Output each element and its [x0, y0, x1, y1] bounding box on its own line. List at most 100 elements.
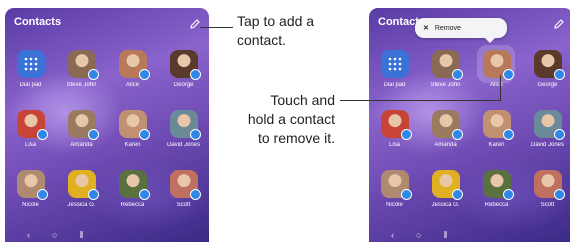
contact-avatar — [533, 50, 565, 80]
contact-avatar — [482, 170, 514, 200]
call-badge-icon — [138, 69, 150, 80]
back-icon[interactable]: ‹ — [391, 230, 394, 240]
navigation-bar: ‹ ○ ⦀ — [5, 228, 209, 242]
callout-text: contact. — [237, 32, 287, 48]
contact-avatar — [67, 110, 99, 140]
home-icon[interactable]: ○ — [52, 230, 57, 240]
contact-avatar — [169, 110, 201, 140]
contact-shortcut[interactable]: Lisa — [5, 110, 56, 148]
dialpad-icon — [380, 50, 409, 78]
contact-shortcut[interactable]: Alice — [471, 45, 522, 88]
back-icon[interactable]: ‹ — [27, 230, 30, 240]
contact-avatar — [380, 170, 412, 200]
contact-name: Karen — [124, 142, 141, 148]
call-badge-icon — [502, 69, 514, 80]
contact-shortcut[interactable]: Alice — [107, 50, 158, 88]
contact-shortcut[interactable]: Scott — [522, 170, 570, 208]
contact-shortcut[interactable]: Jessica G. — [56, 170, 107, 208]
contact-name: David Jones — [530, 142, 565, 148]
callout-text: hold a contact — [247, 111, 335, 127]
contact-name: Amanda — [434, 142, 457, 148]
contact-shortcut[interactable]: Steve John — [420, 50, 471, 88]
call-badge-icon — [502, 189, 514, 200]
call-badge-icon — [451, 69, 463, 80]
contact-name: Nicole — [22, 202, 39, 208]
call-badge-icon — [189, 129, 201, 140]
navigation-bar: ‹ ○ ⦀ — [369, 228, 570, 242]
keypad-icon — [24, 57, 37, 71]
contact-shortcut[interactable]: Amanda — [56, 110, 107, 148]
contact-name: Rebecca — [484, 202, 509, 208]
contact-avatar — [16, 170, 48, 200]
call-badge-icon — [87, 129, 99, 140]
dialpad-icon — [16, 50, 45, 78]
contact-shortcut[interactable]: Nicole — [369, 170, 420, 208]
contact-name: George — [537, 82, 558, 88]
contact-shortcut[interactable]: Karen — [107, 110, 158, 148]
contact-shortcut[interactable]: Rebecca — [107, 170, 158, 208]
contact-shortcut[interactable]: Steve John — [56, 50, 107, 88]
callout-text: Tap to add a — [237, 13, 315, 29]
contact-name: Jessica G. — [67, 202, 96, 208]
home-icon[interactable]: ○ — [416, 230, 421, 240]
contact-avatar — [431, 110, 463, 140]
contact-shortcut[interactable]: Rebecca — [471, 170, 522, 208]
contact-avatar — [482, 50, 514, 80]
contact-avatar — [380, 110, 412, 140]
contact-name: Alice — [125, 82, 139, 88]
contact-avatar — [533, 170, 565, 200]
callout-line-remove — [340, 100, 500, 101]
contact-name: Steve John — [66, 82, 97, 88]
dialpad-shortcut[interactable]: Dial pad — [369, 50, 420, 88]
remove-label: Remove — [434, 24, 461, 32]
contact-shortcut[interactable]: Amanda — [420, 110, 471, 148]
contact-shortcut[interactable]: Lisa — [369, 110, 420, 148]
callout-line-remove-vertical — [500, 75, 501, 101]
contact-shortcut[interactable]: David Jones — [158, 110, 209, 148]
call-badge-icon — [451, 189, 463, 200]
recents-icon[interactable]: ⦀ — [443, 230, 447, 241]
contact-avatar — [482, 110, 514, 140]
contact-name: Scott — [176, 202, 191, 208]
contact-shortcut[interactable]: David Jones — [522, 110, 570, 148]
callout-line-add — [200, 27, 233, 28]
contact-shortcut[interactable]: Karen — [471, 110, 522, 148]
edit-pencil-icon[interactable] — [189, 18, 201, 30]
call-badge-icon — [138, 129, 150, 140]
call-badge-icon — [553, 129, 565, 140]
dialpad-shortcut[interactable]: Dial pad — [5, 50, 56, 88]
contact-name: Jessica G. — [431, 202, 460, 208]
contact-avatar — [169, 170, 201, 200]
contacts-screen-left: Contacts Dial pad Steve John Alice George Li… — [5, 8, 209, 242]
callout-remove-contact: Touch and hold a contact to remove it. — [233, 91, 335, 148]
recents-icon[interactable]: ⦀ — [79, 230, 83, 241]
contact-name: Scott — [540, 202, 555, 208]
contact-name: George — [173, 82, 194, 88]
keypad-icon — [388, 57, 401, 71]
contact-avatar — [118, 50, 150, 80]
call-badge-icon — [553, 69, 565, 80]
contact-avatar — [118, 110, 150, 140]
call-badge-icon — [400, 129, 412, 140]
contact-shortcut[interactable]: Scott — [158, 170, 209, 208]
edit-pencil-icon[interactable] — [553, 18, 565, 30]
contact-avatar — [431, 170, 463, 200]
remove-popup[interactable]: ✕ Remove — [415, 18, 507, 43]
call-badge-icon — [189, 189, 201, 200]
callout-text: Touch and — [270, 92, 335, 108]
contact-avatar — [67, 50, 99, 80]
call-badge-icon — [400, 189, 412, 200]
contact-name: Dial pad — [19, 82, 42, 88]
contact-name: Steve John — [430, 82, 461, 88]
contacts-screen-right: Contacts Dial pad Steve John Alice George Li… — [369, 8, 570, 242]
contact-name: Karen — [488, 142, 505, 148]
call-badge-icon — [502, 129, 514, 140]
call-badge-icon — [87, 69, 99, 80]
close-icon: ✕ — [423, 25, 429, 32]
contact-shortcut[interactable]: Jessica G. — [420, 170, 471, 208]
callout-text: to remove it. — [257, 130, 335, 146]
contact-shortcut[interactable]: George — [158, 50, 209, 88]
contact-shortcut[interactable]: Nicole — [5, 170, 56, 208]
contact-shortcut[interactable]: George — [522, 50, 570, 88]
contact-avatar — [16, 110, 48, 140]
